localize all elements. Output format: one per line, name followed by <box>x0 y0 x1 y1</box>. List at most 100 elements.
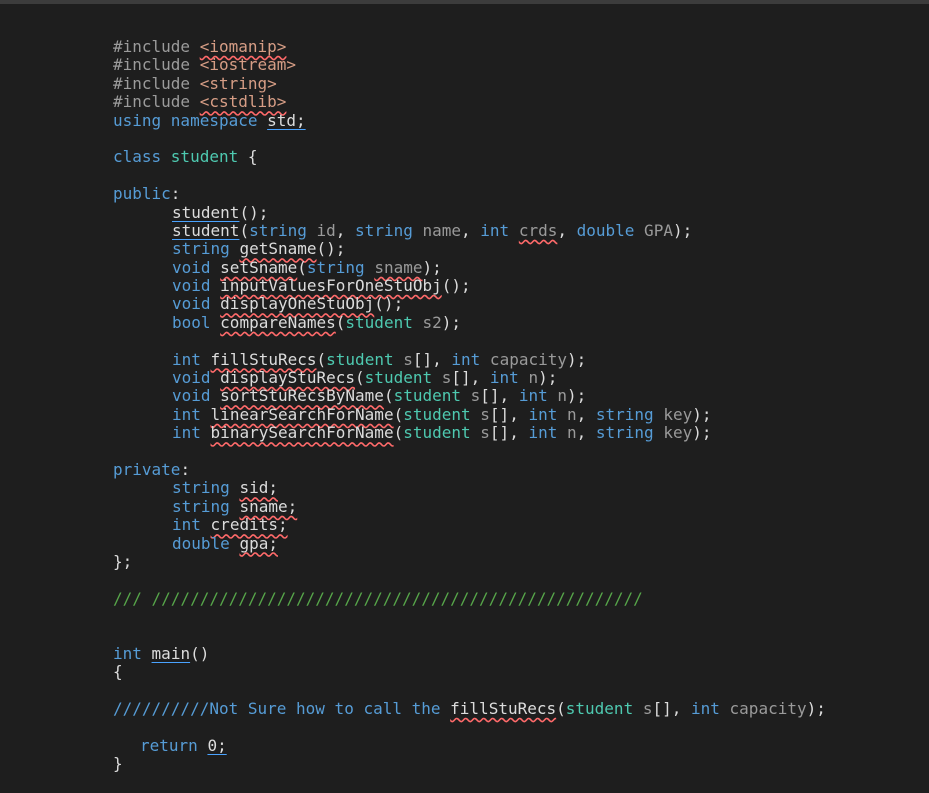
code-line: #include <iostream> <box>113 56 826 74</box>
code-line: void setSname(string sname); <box>113 257 826 277</box>
function-name: binarySearchForName <box>210 423 394 443</box>
type-keyword: int <box>172 515 201 535</box>
function-name: linearSearchForName <box>210 404 394 424</box>
parameter: n <box>557 423 577 443</box>
punctuation: ); <box>441 312 462 332</box>
code-line: string sname; <box>113 496 826 516</box>
code-line: int binarySearchForName(student s[], int… <box>113 424 826 442</box>
type-keyword: int <box>691 699 720 719</box>
include-directive: #include <box>113 55 200 75</box>
punctuation: ( <box>393 404 404 424</box>
type-keyword: string <box>306 257 365 277</box>
function-name: student <box>172 220 240 240</box>
punctuation: ); <box>567 349 587 369</box>
punctuation: [], <box>412 349 452 369</box>
code-line: bool compareNames(student s2); <box>113 312 826 332</box>
keyword: using namespace <box>113 110 268 130</box>
type-keyword: int <box>480 220 510 240</box>
punctuation: [], <box>489 404 529 424</box>
type-keyword: string <box>249 220 307 240</box>
punctuation: () <box>190 643 210 663</box>
code-line: using namespace std; <box>113 110 826 130</box>
punctuation: ); <box>692 404 712 424</box>
function-name: main <box>151 643 191 663</box>
code-line: string sid; <box>113 479 826 497</box>
type-keyword: int <box>172 404 201 424</box>
code-editor[interactable]: #include <iomanip> #include <iostream> #… <box>113 37 826 774</box>
parameter: n <box>557 404 577 424</box>
code-line: class student { <box>113 148 826 166</box>
parameter: GPA <box>634 220 673 240</box>
punctuation: [], <box>480 386 519 406</box>
punctuation: , <box>576 404 596 424</box>
parameter: capacity <box>480 349 567 369</box>
code-line: double gpa; <box>113 534 826 553</box>
member-name: sid; <box>239 478 278 498</box>
parameter: id <box>306 220 336 240</box>
code-line: public: <box>113 184 826 204</box>
function-name: getSname <box>239 239 317 259</box>
function-name: displayOneStuObj <box>220 294 375 314</box>
code-line: private: <box>113 460 826 479</box>
function-name: fillStuRecs <box>210 349 317 369</box>
class-name: student <box>393 386 462 406</box>
parameter: s <box>461 386 481 406</box>
code-line: #include <iomanip> <box>113 37 826 56</box>
type-keyword: void <box>172 294 211 314</box>
punctuation: (); <box>239 202 269 222</box>
parameter: key <box>653 404 693 424</box>
literal: 0; <box>207 735 227 755</box>
punctuation: (); <box>316 239 346 259</box>
type-keyword: void <box>172 257 211 277</box>
code-line: int main() <box>113 643 826 663</box>
type-keyword: int <box>451 349 481 369</box>
code-line: string getSname(); <box>113 240 826 258</box>
comment: //////////Not Sure how to call the <box>113 699 451 719</box>
keyword: class <box>113 147 171 167</box>
type-keyword: string <box>172 478 230 498</box>
parameter: name <box>412 220 462 240</box>
type-keyword: int <box>528 423 558 443</box>
code-line: int linearSearchForName(student s[], int… <box>113 404 826 424</box>
function-name: compareNames <box>220 312 336 332</box>
type-keyword: string <box>595 404 654 424</box>
parameter: capacity <box>719 699 807 719</box>
namespace-name: std; <box>267 110 306 130</box>
include-directive: #include <box>113 92 200 112</box>
class-name: student <box>364 368 433 388</box>
access-specifier: public <box>113 184 171 204</box>
punctuation: , <box>461 220 481 240</box>
code-line: int fillStuRecs(student s[], int capacit… <box>113 349 826 369</box>
type-keyword: void <box>172 386 211 406</box>
class-name: student <box>345 312 413 332</box>
punctuation: ); <box>566 386 587 406</box>
class-name: student <box>170 147 248 167</box>
code-line: //////////Not Sure how to call the fillS… <box>113 699 826 719</box>
code-line: } <box>113 755 826 773</box>
code-line: }; <box>113 552 826 571</box>
type-keyword: int <box>172 423 201 443</box>
class-name: student <box>403 423 471 443</box>
type-keyword: string <box>172 496 230 516</box>
type-keyword: string <box>355 220 413 240</box>
punctuation: ( <box>316 349 327 369</box>
parameter: s <box>470 423 490 443</box>
punctuation: ); <box>806 699 826 719</box>
type-keyword: string <box>595 423 654 443</box>
